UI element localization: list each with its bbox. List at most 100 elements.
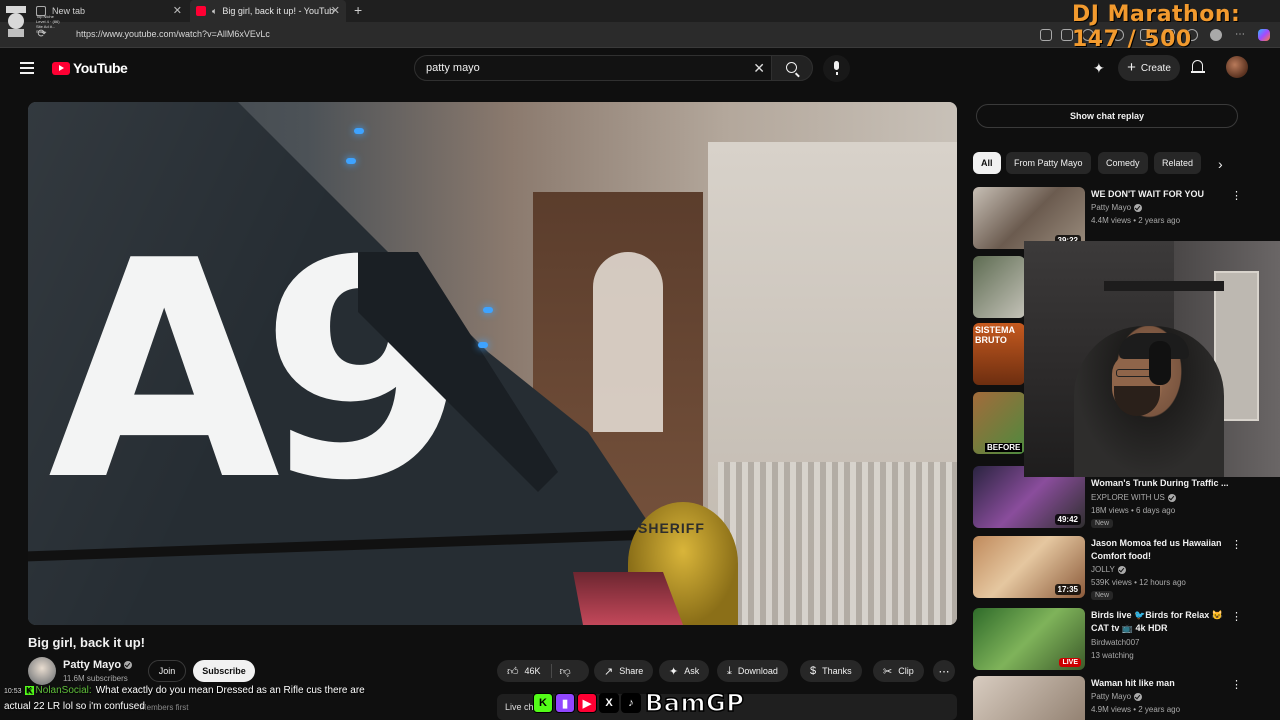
- dislike-icon[interactable]: 👎︎: [552, 665, 579, 678]
- streamer-badge-text: Top Niche Level 4 · (86) Site Ad #... St…: [36, 14, 60, 34]
- headphones-icon: [1149, 341, 1171, 385]
- youtube-favicon-icon: [196, 6, 206, 16]
- recommendation-item[interactable]: LIVE Birds live 🐦Birds for Relax 😺 CAT t…: [973, 608, 1263, 670]
- marathon-counter: DJ Marathon: 147 / 500: [1072, 2, 1241, 52]
- video-porch-railing: [718, 462, 957, 625]
- youtube-logo[interactable]: YouTube: [52, 60, 128, 76]
- verified-icon: [124, 661, 133, 670]
- rec-channel-text: JOLLY: [1091, 565, 1115, 574]
- chip-all[interactable]: All: [973, 152, 1001, 174]
- youtube-header: YouTube patty mayo ✕ ✦ + Create: [0, 49, 1280, 89]
- streamer-webcam: [1024, 241, 1280, 477]
- kick-icon: K: [24, 686, 34, 695]
- subscribe-button[interactable]: Subscribe: [193, 660, 255, 682]
- close-tab-icon[interactable]: ✕: [173, 4, 182, 17]
- rec-channel: Birdwatch007: [1091, 638, 1140, 647]
- search-icon: [786, 62, 797, 73]
- create-button[interactable]: + Create: [1118, 55, 1180, 81]
- like-count: 46K: [524, 666, 541, 676]
- video-thumbnail: [973, 256, 1025, 318]
- more-vert-icon[interactable]: ⋮: [1231, 678, 1242, 691]
- video-thumbnail: SISTEMA BRUTO: [973, 323, 1025, 385]
- ask-button[interactable]: ✦ Ask: [659, 660, 710, 682]
- chip-comedy[interactable]: Comedy: [1098, 152, 1148, 174]
- verified-icon: [1167, 493, 1176, 502]
- video-thumbnail: 17:35: [973, 536, 1085, 598]
- youtube-icon: ▶: [577, 693, 597, 713]
- channel-name-text: Patty Mayo: [63, 659, 122, 671]
- duration-badge: 17:35: [1054, 584, 1081, 595]
- x-icon: X: [599, 693, 619, 713]
- mic-icon: [834, 61, 839, 75]
- notifications-button[interactable]: [1190, 59, 1206, 75]
- more-vert-icon[interactable]: ⋮: [1231, 538, 1242, 551]
- extension-icon[interactable]: [1040, 29, 1052, 41]
- search-input[interactable]: patty mayo ✕: [414, 55, 772, 81]
- channel-avatar[interactable]: [28, 657, 56, 685]
- share-label: Share: [619, 666, 644, 676]
- video-sheriff-text: SHERIFF: [638, 520, 705, 536]
- clip-button[interactable]: ✂ Clip: [873, 660, 924, 682]
- recommendation-item[interactable]: Waman hit like man Patty Mayo 4.9M views…: [973, 676, 1263, 720]
- clip-label: Clip: [898, 666, 914, 676]
- recommendation-item[interactable]: 17:35 Jason Momoa fed us Hawaiian Comfor…: [973, 536, 1263, 600]
- webcam-shelf: [1104, 281, 1224, 291]
- rec-channel: Patty Mayo: [1091, 203, 1143, 212]
- video-door-window: [593, 252, 663, 432]
- chevron-right-icon[interactable]: ›: [1218, 156, 1223, 172]
- live-badge: LIVE: [1059, 658, 1081, 667]
- chip-related[interactable]: Related: [1154, 152, 1202, 174]
- video-thumbnail: LIVE: [973, 608, 1085, 670]
- share-button[interactable]: ↗ Share: [594, 660, 654, 682]
- clip-icon: ✂: [883, 665, 893, 678]
- search-button[interactable]: [771, 55, 813, 81]
- rec-title: Jason Momoa fed us Hawaiian Comfort food…: [1091, 538, 1222, 561]
- verified-icon: [1134, 692, 1143, 701]
- rec-meta: 18M views • 6 days ago: [1091, 506, 1176, 515]
- clear-search-icon[interactable]: ✕: [753, 60, 765, 77]
- thumbnail-text: BEFORE: [985, 443, 1023, 452]
- recommendation-item[interactable]: 49:42 Woman's Trunk During Traffic ... E…: [973, 466, 1263, 538]
- thanks-label: Thanks: [822, 666, 852, 676]
- channel-name[interactable]: Patty Mayo: [63, 659, 133, 671]
- twitch-icon: ▮: [555, 693, 575, 713]
- thumbnail-text: SISTEMA BRUTO: [975, 325, 1015, 345]
- tab-youtube[interactable]: 🔈︎ Big girl, back it up! - YouTub ✕: [190, 0, 346, 22]
- chip-from-patty-mayo[interactable]: From Patty Mayo: [1006, 152, 1091, 174]
- rec-meta: 539K views • 12 hours ago: [1091, 578, 1186, 587]
- video-player[interactable]: A9 SHERIFF: [28, 102, 957, 625]
- thanks-button[interactable]: $ Thanks: [800, 660, 862, 682]
- social-handle-badge: K ▮ ▶ X ♪ BamGP: [533, 688, 745, 718]
- chat-message-line: actual 22 LR lol so i'm confused: [4, 701, 145, 712]
- create-label: Create: [1140, 62, 1171, 74]
- ask-label: Ask: [684, 666, 700, 676]
- badge-line: Stats: [36, 29, 46, 34]
- sparkle-icon[interactable]: ✦: [1093, 60, 1109, 76]
- join-button[interactable]: Join: [148, 660, 186, 682]
- like-dislike-group: 👍︎ 46K 👎︎: [497, 660, 589, 682]
- like-button[interactable]: 👍︎ 46K: [497, 664, 552, 678]
- download-icon: ⤓: [727, 664, 732, 677]
- close-tab-icon[interactable]: ✕: [331, 4, 340, 17]
- recommendation-item[interactable]: 39:22 WE DON'T WAIT FOR YOU Patty Mayo 4…: [973, 187, 1263, 249]
- search-value: patty mayo: [426, 62, 480, 74]
- voice-search-button[interactable]: [823, 55, 850, 82]
- share-icon: ↗: [604, 665, 614, 678]
- tiktok-icon: ♪: [621, 693, 641, 713]
- more-vert-icon[interactable]: ⋮: [1231, 189, 1242, 202]
- menu-icon[interactable]: [20, 62, 34, 74]
- rec-meta: 4.4M views • 2 years ago: [1091, 216, 1181, 225]
- verified-icon: [1134, 203, 1143, 212]
- more-vert-icon[interactable]: ⋮: [1231, 610, 1242, 623]
- chat-time: 10:53: [4, 688, 22, 695]
- more-icon[interactable]: ⋯: [933, 660, 955, 682]
- new-tab-plus-icon[interactable]: +: [354, 2, 362, 18]
- show-chat-replay-button[interactable]: Show chat replay: [976, 104, 1238, 128]
- rec-channel: Patty Mayo: [1091, 692, 1143, 701]
- duration-badge: 49:42: [1054, 514, 1081, 525]
- screen: New tab ✕ 🔈︎ Big girl, back it up! - You…: [0, 0, 1280, 720]
- avatar[interactable]: [1226, 56, 1248, 78]
- download-button[interactable]: ⤓ Download: [717, 660, 788, 682]
- url-field[interactable]: https://www.youtube.com/watch?v=AllM6xVE…: [76, 29, 270, 39]
- streamer-rank-badge-icon: [6, 6, 26, 37]
